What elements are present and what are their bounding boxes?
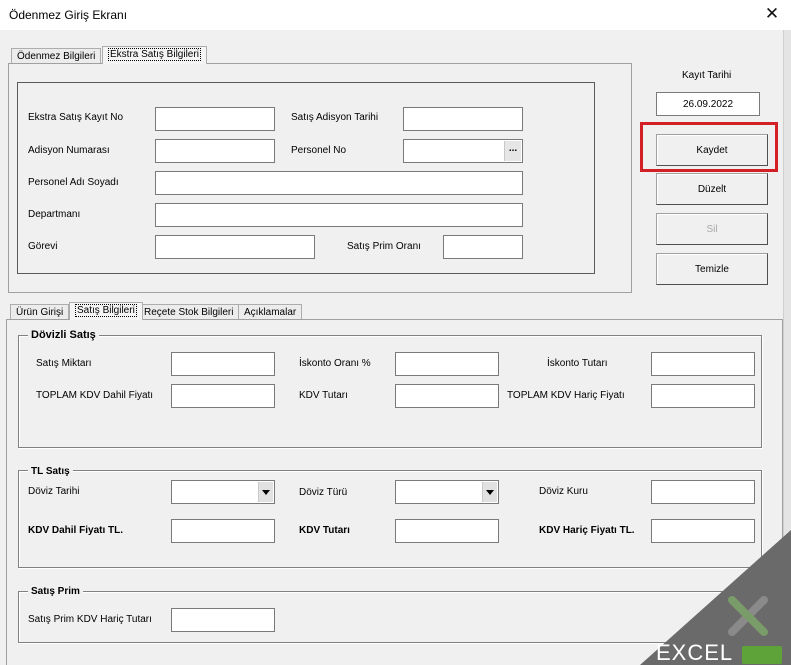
tab-label: Reçete Stok Bilgileri: [144, 307, 234, 318]
chevron-down-icon[interactable]: [258, 482, 273, 502]
close-icon[interactable]: ✕: [762, 3, 782, 25]
iskonto-orani-field[interactable]: [395, 352, 499, 376]
tab-aciklamalar[interactable]: Açıklamalar: [238, 304, 303, 320]
tab-recete-stok-bilgileri[interactable]: Reçete Stok Bilgileri: [138, 304, 240, 320]
kayit-tarihi-field[interactable]: [656, 92, 760, 116]
doviz-turu-dropdown[interactable]: [395, 480, 499, 504]
label-personel-no: Personel No: [291, 145, 347, 156]
tab-urun-girisi[interactable]: Ürün Girişi: [10, 304, 70, 320]
adisyon-tarihi-input[interactable]: [404, 108, 522, 130]
window-title: Ödenmez Giriş Ekranı: [9, 8, 128, 22]
prim-kdv-haric-input[interactable]: [172, 609, 274, 631]
adisyon-tarihi-field[interactable]: [403, 107, 523, 131]
tab-label: Ürün Girişi: [16, 307, 64, 318]
tab-label: Satış Bilgileri: [75, 304, 137, 317]
label-satis-miktari: Satış Miktarı: [36, 358, 92, 369]
kdv-tutari-tl-input[interactable]: [396, 520, 498, 542]
tab-label: Açıklamalar: [244, 307, 297, 318]
toplam-kdv-dahil-input[interactable]: [172, 385, 274, 407]
kayit-tarihi-label: Kayıt Tarihi: [682, 70, 732, 81]
chevron-down-icon[interactable]: [482, 482, 497, 502]
prim-orani-field[interactable]: [443, 235, 523, 259]
gorevi-field[interactable]: [155, 235, 315, 259]
label-toplam-kdv-dahil: TOPLAM KDV Dahil Fiyatı: [36, 390, 154, 401]
personel-adi-field[interactable]: [155, 171, 523, 195]
departman-input[interactable]: [156, 204, 522, 226]
duzelt-button[interactable]: Düzelt: [656, 173, 768, 205]
toplam-kdv-haric-field[interactable]: [651, 384, 755, 408]
kdv-dahil-tl-field[interactable]: [171, 519, 275, 543]
doviz-kuru-field[interactable]: [651, 480, 755, 504]
temizle-button[interactable]: Temizle: [656, 253, 768, 285]
iskonto-tutari-field[interactable]: [651, 352, 755, 376]
adisyon-no-input[interactable]: [156, 140, 274, 162]
departman-field[interactable]: [155, 203, 523, 227]
label-kdv-dahil-tl: KDV Dahil Fiyatı TL.: [28, 525, 124, 536]
label-gorevi: Görevi: [28, 241, 58, 252]
satis-prim-caption: Satış Prim: [28, 585, 83, 598]
personel-no-field[interactable]: ...: [403, 139, 523, 163]
label-doviz-turu: Döviz Türü: [299, 487, 348, 498]
watermark-text: EXCEL: [656, 640, 734, 665]
label-doviz-kuru: Döviz Kuru: [539, 486, 588, 497]
gorevi-input[interactable]: [156, 236, 314, 258]
doviz-kuru-input[interactable]: [652, 481, 754, 503]
label-adisyon-tarihi: Satış Adisyon Tarihi: [291, 112, 379, 123]
satis-miktari-field[interactable]: [171, 352, 275, 376]
label-prim-orani: Satış Prim Oranı: [347, 241, 421, 252]
sil-button[interactable]: Sil: [656, 213, 768, 245]
kdv-tutari-field[interactable]: [395, 384, 499, 408]
toplam-kdv-dahil-field[interactable]: [171, 384, 275, 408]
tl-satis-caption: TL Satış: [28, 465, 73, 478]
label-toplam-kdv-haric: TOPLAM KDV Hariç Fiyatı: [507, 390, 625, 401]
dovizli-satis-caption: Dövizli Satış: [28, 329, 99, 342]
label-departman: Departmanı: [28, 209, 81, 220]
prim-orani-input[interactable]: [444, 236, 522, 258]
tab-odenmez-bilgileri[interactable]: Ödenmez Bilgileri: [11, 48, 102, 64]
prim-kdv-haric-field[interactable]: [171, 608, 275, 632]
label-prim-kdv-haric: Satış Prim KDV Hariç Tutarı: [28, 614, 152, 625]
label-iskonto-orani: İskonto Oranı %: [299, 358, 371, 369]
kaydet-button[interactable]: Kaydet: [656, 134, 768, 166]
watermark-green-block: [742, 646, 782, 664]
label-iskonto-tutari: İskonto Tutarı: [547, 358, 608, 369]
iskonto-tutari-input[interactable]: [652, 353, 754, 375]
label-kdv-haric-tl: KDV Hariç Fiyatı TL.: [539, 525, 635, 536]
satis-miktari-input[interactable]: [172, 353, 274, 375]
tab-ekstra-satis-bilgileri[interactable]: Ekstra Satış Bilgileri: [102, 46, 207, 64]
watermark-logo-icon: [728, 596, 768, 636]
label-personel-adi: Personel Adı Soyadı: [28, 177, 119, 188]
tab-satis-bilgileri[interactable]: Satış Bilgileri: [69, 302, 143, 320]
kdv-tutari-input[interactable]: [396, 385, 498, 407]
iskonto-orani-input[interactable]: [396, 353, 498, 375]
label-kdv-tutari-tl: KDV Tutarı: [299, 525, 350, 536]
personel-no-input[interactable]: [404, 140, 504, 162]
tab-label: Ödenmez Bilgileri: [17, 51, 96, 62]
personel-adi-input[interactable]: [156, 172, 522, 194]
label-kdv-tutari: KDV Tutarı: [299, 390, 348, 401]
kdv-tutari-tl-field[interactable]: [395, 519, 499, 543]
tab-label: Ekstra Satış Bilgileri: [108, 48, 201, 61]
label-doviz-tarihi: Döviz Tarihi: [28, 486, 80, 497]
doviz-tarihi-dropdown[interactable]: [171, 480, 275, 504]
personel-lookup-button[interactable]: ...: [504, 141, 521, 161]
label-adisyon-no: Adisyon Numarası: [28, 145, 110, 156]
kayit-no-input[interactable]: [156, 108, 274, 130]
kayit-tarihi-input[interactable]: [657, 93, 759, 115]
kdv-dahil-tl-input[interactable]: [172, 520, 274, 542]
toplam-kdv-haric-input[interactable]: [652, 385, 754, 407]
label-kayit-no: Ekstra Satış Kayıt No: [28, 112, 124, 123]
kayit-no-field[interactable]: [155, 107, 275, 131]
adisyon-no-field[interactable]: [155, 139, 275, 163]
